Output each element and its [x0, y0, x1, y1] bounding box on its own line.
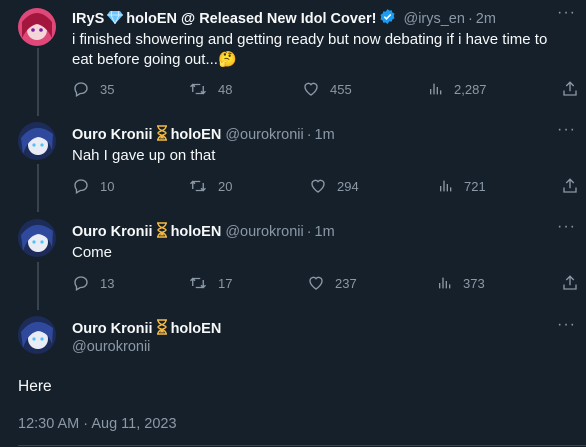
verified-icon [379, 8, 396, 29]
more-options-icon[interactable]: ··· [557, 316, 576, 334]
avatar[interactable] [18, 8, 56, 46]
avatar[interactable] [18, 122, 56, 160]
like-button[interactable]: 237 [307, 274, 357, 292]
hourglass-icon [156, 222, 168, 242]
thread-line [37, 48, 39, 116]
tweet-actions: 35 48 455 2,287 [72, 80, 577, 100]
display-name-suffix[interactable]: holoEN [171, 127, 222, 143]
share-button[interactable] [561, 80, 579, 101]
hourglass-icon [156, 319, 168, 339]
handle[interactable]: @irys_en [403, 11, 464, 27]
main-tweet-text: Here [18, 378, 52, 395]
views-button[interactable]: 721 [438, 177, 486, 195]
separator-dot: · [306, 127, 312, 143]
tweet-text: Nah I gave up on that [72, 147, 216, 164]
display-name[interactable]: IRyS [72, 11, 104, 27]
retweet-icon [190, 277, 206, 289]
views-button[interactable]: 2,287 [428, 80, 487, 98]
retweet-button[interactable]: 17 [188, 274, 232, 292]
display-name[interactable]: Ouro Kronii [72, 321, 153, 337]
diamond-icon [107, 10, 124, 28]
display-name-suffix[interactable]: holoEN [171, 321, 222, 337]
heart-icon [311, 179, 325, 193]
avatar[interactable] [18, 316, 56, 354]
more-options-icon[interactable]: ··· [557, 121, 576, 139]
like-button[interactable]: 455 [302, 80, 352, 98]
retweet-count: 17 [218, 275, 233, 291]
retweet-icon [190, 180, 206, 192]
share-icon [563, 178, 577, 193]
reply-button[interactable]: 13 [72, 274, 114, 292]
thread-line [37, 262, 39, 310]
retweet-count: 20 [218, 178, 233, 194]
main-tweet-timestamp[interactable]: 12:30 AM · Aug 11, 2023 [18, 416, 177, 432]
tweet-text: i finished showering and getting ready b… [72, 30, 572, 70]
separator-dot: · [467, 10, 473, 27]
like-count: 455 [330, 81, 352, 97]
share-button[interactable] [561, 177, 579, 198]
reply-icon [74, 82, 88, 97]
handle[interactable]: @ourokronii [225, 127, 303, 143]
views-icon [439, 277, 451, 289]
reply-count: 35 [100, 81, 115, 97]
more-options-icon[interactable]: ··· [557, 4, 576, 22]
handle[interactable]: @ourokronii [225, 224, 303, 240]
share-icon [563, 81, 577, 96]
reply-icon [74, 179, 88, 194]
more-options-icon[interactable]: ··· [557, 218, 576, 236]
share-button[interactable] [561, 274, 579, 295]
views-button[interactable]: 373 [437, 274, 485, 292]
tweet-actions: 10 20 294 721 [72, 177, 577, 197]
avatar[interactable] [18, 219, 56, 257]
thread-line [37, 164, 39, 212]
tweet-actions: 13 17 237 373 [72, 274, 577, 294]
timestamp[interactable]: 1m [315, 224, 335, 240]
display-name-suffix[interactable]: holoEN [171, 224, 222, 240]
thinking-emoji-icon: 🤔 [217, 51, 237, 68]
display-name[interactable]: Ouro Kronii [72, 127, 153, 143]
separator-dot: · [306, 224, 312, 240]
display-name-suffix[interactable]: holoEN @ Released New Idol Cover! [126, 11, 376, 27]
retweet-count: 48 [218, 81, 233, 97]
divider [18, 445, 586, 446]
views-icon [430, 83, 442, 95]
like-button[interactable]: 294 [309, 177, 359, 195]
hourglass-icon [156, 125, 168, 145]
tweet-text: Come [72, 244, 113, 261]
retweet-button[interactable]: 20 [188, 177, 232, 195]
reply-count: 10 [100, 178, 115, 194]
views-count: 721 [464, 178, 486, 194]
views-count: 2,287 [454, 81, 487, 97]
share-icon [563, 275, 577, 290]
display-name[interactable]: Ouro Kronii [72, 224, 153, 240]
reply-button[interactable]: 35 [72, 80, 114, 98]
views-count: 373 [463, 275, 485, 291]
retweet-icon [190, 83, 206, 95]
reply-button[interactable]: 10 [72, 177, 114, 195]
handle[interactable]: @ourokronii [72, 339, 150, 355]
reply-icon [74, 276, 88, 291]
like-count: 237 [335, 275, 357, 291]
like-count: 294 [337, 178, 359, 194]
timestamp[interactable]: 2m [476, 11, 496, 27]
retweet-button[interactable]: 48 [188, 80, 232, 98]
timestamp[interactable]: 1m [315, 127, 335, 143]
heart-icon [309, 276, 323, 290]
reply-count: 13 [100, 275, 115, 291]
views-icon [440, 180, 452, 192]
tweet-text-body: i finished showering and getting ready b… [72, 31, 548, 68]
heart-icon [304, 82, 318, 96]
